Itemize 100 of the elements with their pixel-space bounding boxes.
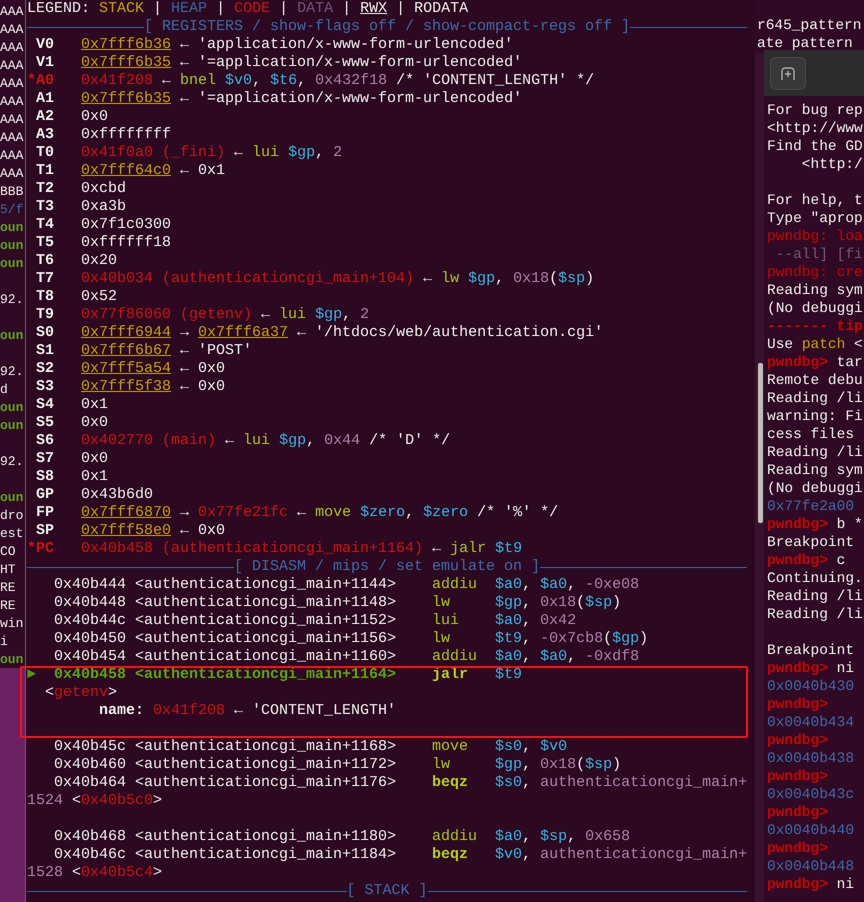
call-target: <getenv> xyxy=(45,684,118,701)
instruction-operands: 1524 <0x40b5c0> xyxy=(27,792,162,809)
terminal-text: AAA xyxy=(0,4,24,19)
terminal-line: (No debuggi xyxy=(767,481,863,497)
scrollbar-thumb[interactable] xyxy=(758,363,763,523)
instruction-mnemonic: lw xyxy=(432,630,450,647)
instruction-address: 0x40b450 <authenticationcgi_main+1156> xyxy=(54,630,398,648)
terminal-line: cess files xyxy=(767,427,854,443)
terminal-text: oun xyxy=(0,418,24,433)
register-name: T4 xyxy=(34,216,54,234)
register-value: 0xffffffff xyxy=(81,126,172,144)
terminal-text: d xyxy=(0,382,8,397)
instruction-operands: $v0, authenticationcgi_main+ xyxy=(495,846,748,864)
terminal-line: pwndbg> tar xyxy=(767,355,863,371)
terminal-line: Reading /li xyxy=(767,589,863,605)
instruction-mnemonic: jalr xyxy=(432,666,468,683)
terminal-line: (No debuggi xyxy=(767,301,863,317)
instruction-mnemonic: addiu xyxy=(432,576,478,593)
register-value: 0x40b458 (authenticationcgi_main+1164) ← jalr $t9 xyxy=(81,540,522,558)
register-value: 0x20 xyxy=(81,252,118,270)
current-instruction-marker: ► xyxy=(27,666,38,684)
register-value: 0x0 xyxy=(81,450,108,468)
terminal-line: 0x77fe2a00 xyxy=(767,499,854,515)
terminal-line: r645_pattern xyxy=(757,18,862,34)
terminal-line: Reading /li xyxy=(767,445,863,461)
terminal-line: Use patch < xyxy=(767,337,863,353)
terminal-text: AAA xyxy=(0,112,24,127)
register-value: 0x40b034 (authenticationcgi_main+104) ← lw $gp, 0x18($sp) xyxy=(81,270,594,288)
instruction-operands: $gp, 0x18($sp) xyxy=(495,594,622,612)
register-value: 0x41f0a0 (_fini) ← lui $gp, 2 xyxy=(81,144,342,162)
register-name: S2 xyxy=(34,360,54,378)
terminal-line: ate pattern xyxy=(757,36,853,52)
instruction-mnemonic: addiu xyxy=(432,648,478,665)
instruction-mnemonic: beqz xyxy=(432,846,468,863)
terminal-text: oun xyxy=(0,328,24,343)
terminal-line: Type "aprop xyxy=(767,211,863,227)
register-name: S5 xyxy=(34,414,54,432)
terminal-line: Remote debu xyxy=(767,373,863,389)
register-value: 0x7fff6b35 ← '=application/x-www-form-urlencoded' xyxy=(81,54,522,72)
instruction-operands: $s0, authenticationcgi_main+ xyxy=(495,774,748,792)
terminal-line: 0x0040b440 xyxy=(767,823,854,839)
register-value: 0x41f208 ← bnel $v0, $t6, 0x432f18 /* 'CONTENT_LENGTH' */ xyxy=(81,72,594,90)
terminal-line: Find the GD xyxy=(767,139,863,155)
instruction-operands: $a0, $a0, -0xe08 xyxy=(495,576,640,594)
terminal-text: AAA xyxy=(0,148,24,163)
terminal-text: 92. xyxy=(0,454,24,469)
instruction-mnemonic: lui xyxy=(432,612,460,629)
register-value: 0x1 xyxy=(81,468,108,486)
terminal-line: 0x0040b448 xyxy=(767,859,854,875)
terminal-line: Reading /li xyxy=(767,607,863,623)
register-value: 0x7fff5a54 ← 0x0 xyxy=(81,360,226,378)
section-title: [ DISASM / mips / set emulate on ] xyxy=(234,558,540,576)
new-tab-button[interactable] xyxy=(770,56,806,90)
terminal-line: warning: Fi xyxy=(767,409,863,425)
instruction-address: 0x40b46c <authenticationcgi_main+1184> xyxy=(54,846,398,864)
terminal-text: AAA xyxy=(0,94,24,109)
instruction-address: 0x40b464 <authenticationcgi_main+1176> xyxy=(54,774,398,792)
instruction-mnemonic: beqz xyxy=(432,774,468,791)
register-value: 0x0 xyxy=(81,414,108,432)
register-name: S3 xyxy=(34,378,54,396)
terminal-line: pwndbg> ni xyxy=(767,661,854,677)
terminal-text: oun xyxy=(0,490,24,505)
register-name: A2 xyxy=(34,108,54,126)
register-value: 0x7fff58e0 ← 0x0 xyxy=(81,522,226,540)
register-value: 0x7fff6870 → 0x77fe21fc ← move $zero, $zero /* '%' */ xyxy=(81,504,558,522)
terminal-text: oun xyxy=(0,400,24,415)
register-value: 0xcbd xyxy=(81,180,126,198)
instruction-mnemonic: lw xyxy=(432,756,450,773)
register-name: S0 xyxy=(34,324,54,342)
register-value: 0x1 xyxy=(81,396,108,414)
terminal-text: RE xyxy=(0,598,16,613)
terminal-text: AAA xyxy=(0,40,24,55)
section-title: [ STACK ] xyxy=(346,882,428,900)
register-value: 0x402770 (main) ← lui $gp, 0x44 /* 'D' */ xyxy=(81,432,450,450)
section-title: [ REGISTERS / show-flags off / show-compact-regs off ] xyxy=(144,18,630,36)
instruction-address: 0x40b460 <authenticationcgi_main+1172> xyxy=(54,756,398,774)
terminal-line: <http://www xyxy=(767,121,863,137)
instruction-operands: $gp, 0x18($sp) xyxy=(495,756,622,774)
terminal-text: HT xyxy=(0,562,16,577)
register-name: A3 xyxy=(34,126,54,144)
terminal-text: CO xyxy=(0,544,16,559)
register-name: V1 xyxy=(34,54,54,72)
terminal-line: 0x0040b438 xyxy=(767,751,854,767)
terminal-line: Reading /li xyxy=(767,391,863,407)
register-name: V0 xyxy=(34,36,54,54)
instruction-mnemonic: move xyxy=(432,738,468,755)
terminal-line: pwndbg> xyxy=(767,733,828,749)
terminal-line: 0x0040b434 xyxy=(767,715,854,731)
terminal-text: oun xyxy=(0,652,24,667)
terminal-line: ------- tip xyxy=(767,319,863,335)
register-value: 0x77f86060 (getenv) ← lui $gp, 2 xyxy=(81,306,370,324)
instruction-address: 0x40b458 <authenticationcgi_main+1164> xyxy=(54,666,398,684)
terminal-line: pwndbg: loa xyxy=(767,229,863,245)
instruction-address: 0x40b454 <authenticationcgi_main+1160> xyxy=(54,648,398,666)
instruction-operands: $s0, $v0 xyxy=(495,738,568,756)
register-value: 0x43b6d0 xyxy=(81,486,154,504)
register-value: 0x7fff6b35 ← '=application/x-www-form-urlencoded' xyxy=(81,90,522,108)
call-argument: name: 0x41f208 ← 'CONTENT_LENGTH' xyxy=(99,702,396,719)
instruction-operands: $t9 xyxy=(495,666,522,684)
terminal-line: Reading sym xyxy=(767,283,863,299)
